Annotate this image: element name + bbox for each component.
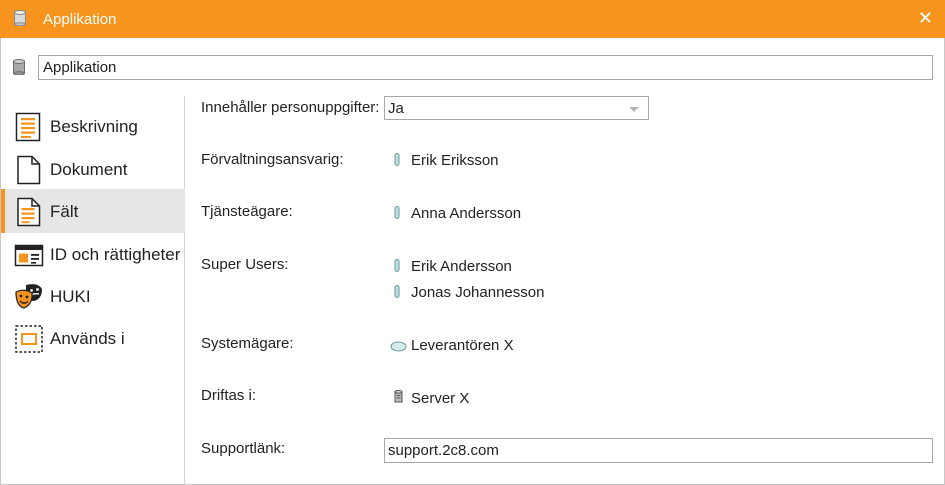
sidebar-item-label: Används i: [50, 329, 125, 348]
sidebar: Beskrivning Dokument Fält ID och rättigh…: [1, 96, 185, 484]
person-icon: [394, 206, 400, 224]
sidebar-item-dokument[interactable]: Dokument: [1, 147, 185, 191]
title-bar: Applikation ✕: [0, 0, 945, 38]
system-owner-label: Systemägare:: [201, 335, 294, 352]
fields-icon: [14, 197, 44, 227]
sidebar-item-huki[interactable]: HUKI: [1, 274, 185, 318]
select-value: Ja: [388, 100, 404, 117]
sidebar-item-beskrivning[interactable]: Beskrivning: [1, 104, 185, 148]
value-text: Erik Andersson: [411, 258, 512, 275]
cylinder-icon: [14, 10, 26, 31]
personal-data-select[interactable]: Ja: [384, 96, 649, 120]
sidebar-item-falt[interactable]: Fält: [1, 189, 185, 233]
document-icon: [14, 155, 44, 185]
window-title: Applikation: [43, 11, 117, 28]
sidebar-item-label: Dokument: [50, 160, 128, 179]
sidebar-item-label: Fält: [50, 202, 79, 221]
support-link-label: Supportlänk:: [201, 440, 286, 457]
used-in-icon: [14, 324, 44, 354]
value-text: Leverantören X: [411, 337, 514, 354]
chevron-down-icon: [629, 107, 639, 112]
sidebar-item-id-och-rattigheter[interactable]: ID och rättigheter: [1, 232, 185, 276]
organization-icon: [390, 339, 407, 357]
personal-data-label: Innehåller personuppgifter:: [201, 99, 380, 116]
hosted-in-label: Driftas i:: [201, 387, 257, 404]
person-icon: [394, 153, 400, 171]
management-label: Förvaltningsansvarig:: [201, 151, 344, 168]
value-text: Jonas Johannesson: [411, 284, 545, 301]
service-owner-label: Tjänsteägare:: [201, 203, 293, 220]
close-icon[interactable]: ✕: [918, 9, 933, 27]
value-text: Server X: [411, 390, 470, 407]
server-icon: [394, 390, 403, 408]
person-icon: [394, 259, 400, 277]
id-card-icon: [14, 240, 44, 270]
sidebar-item-anvands-i[interactable]: Används i: [1, 316, 185, 360]
sidebar-item-label: ID och rättigheter: [50, 245, 181, 264]
support-link-input[interactable]: [384, 438, 933, 463]
theater-masks-icon: [14, 282, 44, 312]
sidebar-item-label: HUKI: [50, 287, 91, 306]
sidebar-item-label: Beskrivning: [50, 117, 138, 136]
value-text: Anna Andersson: [411, 205, 522, 222]
person-icon: [394, 285, 400, 303]
super-users-label: Super Users:: [201, 256, 289, 273]
description-icon: [14, 112, 44, 142]
cylinder-icon: [13, 59, 25, 80]
name-input[interactable]: [38, 55, 933, 80]
value-text: Erik Eriksson: [411, 152, 499, 169]
